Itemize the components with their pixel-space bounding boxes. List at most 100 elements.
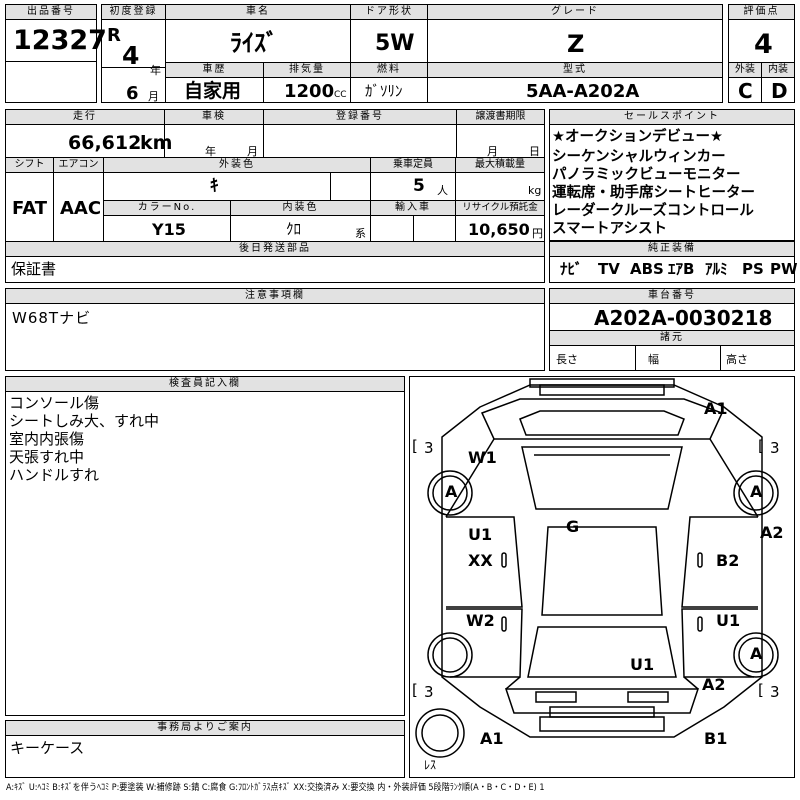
door-box: ドア形状 5W: [350, 4, 428, 63]
model-type-box: 型式 5AA-A202A: [427, 62, 723, 103]
damage-label: A: [445, 482, 458, 501]
history-label: 車歴: [166, 63, 263, 78]
fuel: ｶﾞｿﾘﾝ: [365, 82, 403, 100]
damage-label: U1: [716, 611, 741, 630]
transfer-day-unit: 日: [529, 145, 540, 158]
chassis-number: A202A-0030218: [594, 306, 773, 330]
grade-box: グレード Z: [427, 4, 723, 63]
notes-box: 注意事項欄 W68Tナビ: [5, 288, 545, 371]
inspection-label: 車検: [165, 110, 263, 125]
length-label: 長さ: [556, 353, 578, 366]
inspection-year-unit: 年: [205, 145, 216, 158]
tire-rl-tread: 3: [424, 683, 434, 701]
office-box: 事務局よりご案内 キーケース: [5, 720, 405, 778]
diagram-bracket: [: [758, 437, 764, 455]
diagram-bracket: [: [412, 437, 418, 455]
legend: A:ｷｽﾞ U:ﾍｺﾐ B:ｷｽﾞを伴うﾍｺﾐ P:要塗装 W:補修跡 S:錆 …: [6, 783, 545, 793]
damage-label: A: [750, 644, 763, 663]
transfer-month-unit: 月: [487, 145, 498, 158]
era-label: R: [107, 25, 121, 46]
sales-point: 運転席・助手席シートヒーター: [552, 185, 755, 201]
displacement-box: 排気量 1200 CC: [263, 62, 351, 103]
capacity-label: 乗車定員: [371, 158, 455, 173]
color-no: Y15: [152, 220, 186, 239]
equipment-item: ｴｱB: [668, 260, 695, 278]
int-color-label: 内装色: [231, 201, 370, 216]
fuel-label: 燃料: [351, 63, 427, 78]
later-parts-label: 後日発送部品: [6, 242, 544, 257]
damage-label: A: [750, 482, 763, 501]
cc-unit: CC: [334, 90, 347, 100]
color-no-box: カラーNo. Y15: [103, 200, 231, 242]
width-label: 幅: [648, 353, 659, 366]
damage-label: XX: [468, 551, 493, 570]
equipment-item: ﾅﾋﾞ: [560, 260, 583, 278]
damage-label: A2: [702, 675, 726, 694]
first-registration-box: 初度登録 R 4 年 6 月: [101, 4, 166, 103]
equipment-box: 純正装備 ﾅﾋﾞ TV ABS ｴｱB ｱﾙﾐ PS PW: [549, 241, 798, 283]
damage-label: U1: [630, 655, 655, 674]
inspector-note: コンソール傷: [9, 394, 100, 412]
car-name: ﾗｲｽﾞ: [230, 29, 278, 57]
displacement: 1200: [284, 81, 335, 102]
tire-fl-tread: 3: [424, 439, 434, 457]
recycle-box: リサイクル預託金 10,650 円: [455, 200, 545, 242]
sales-points-label: セールスポイント: [550, 110, 794, 125]
exterior-grade-box: 外装 C: [728, 62, 762, 103]
sales-points-box: セールスポイント ★オークションデビュー★ シーケンシャルウィンカー パノラミッ…: [549, 109, 795, 241]
model-type-label: 型式: [428, 63, 722, 78]
lot-number-label: 出品番号: [6, 5, 96, 20]
damage-label: B1: [704, 729, 728, 748]
inspector-label: 検査員記入欄: [6, 377, 404, 392]
yen-unit: 円: [532, 227, 543, 240]
damage-label: A1: [704, 399, 728, 418]
inspector-note: ハンドルすれ: [9, 466, 100, 484]
spare-tire-label: ﾚｽ: [424, 758, 437, 772]
equipment-item: ABS: [630, 260, 664, 278]
fuel-box: 燃料 ｶﾞｿﾘﾝ: [350, 62, 428, 103]
door-type: 5W: [375, 31, 415, 56]
inspector-note: シートしみ大、すれ中: [9, 412, 160, 430]
recycle-label: リサイクル預託金: [456, 201, 544, 216]
sales-point: シーケンシャルウィンカー: [552, 149, 726, 165]
shift: FAT: [12, 198, 48, 219]
lot-number: 12327: [13, 25, 107, 56]
car-diagram: [415, 378, 779, 758]
capacity: 5: [413, 176, 425, 196]
notes-label: 注意事項欄: [6, 289, 544, 304]
mileage: 66,612: [68, 132, 142, 154]
import-box: 輸入車: [370, 200, 456, 242]
aircon-box: エアコン AAC: [53, 157, 104, 242]
specs-label: 諸元: [550, 331, 794, 346]
shift-box: シフト FAT: [5, 157, 54, 242]
chassis-label: 車台番号: [550, 289, 794, 304]
score-box: 評価点 4: [728, 4, 795, 63]
shift-label: シフト: [6, 158, 53, 173]
tire-rr-tread: 3: [770, 683, 780, 701]
score-label: 評価点: [729, 5, 794, 20]
grade: Z: [567, 30, 585, 58]
damage-label: B2: [716, 551, 740, 570]
kg-unit: kg: [528, 184, 542, 197]
registration-year: 4: [122, 41, 140, 70]
damage-label: G: [566, 517, 580, 536]
sales-point: スマートアシスト: [552, 221, 667, 237]
interior-grade-box: 内装 D: [761, 62, 795, 103]
import-label: 輸入車: [371, 201, 455, 216]
diagram-bracket: [: [758, 681, 764, 699]
tire-fr-tread: 3: [770, 439, 780, 457]
ext-color-box: 外装色 ｷ: [103, 157, 371, 201]
displacement-label: 排気量: [264, 63, 350, 78]
door-label: ドア形状: [351, 5, 427, 20]
tire-rear-left: [427, 632, 473, 678]
office-label: 事務局よりご案内: [6, 721, 404, 736]
equipment-item: ｱﾙﾐ: [705, 260, 728, 278]
interior-grade: D: [771, 79, 788, 103]
sales-point: パノラミックビューモニター: [552, 167, 741, 183]
equipment-item: TV: [598, 260, 620, 278]
ext-color-label: 外装色: [104, 158, 370, 173]
inspector-box: 検査員記入欄 コンソール傷 シートしみ大、すれ中 室内内張傷 天張すれ中 ハンド…: [5, 376, 405, 716]
inspector-note: 天張すれ中: [9, 448, 85, 466]
sales-point: レーダークルーズコントロール: [552, 203, 754, 219]
aircon-label: エアコン: [54, 158, 103, 173]
